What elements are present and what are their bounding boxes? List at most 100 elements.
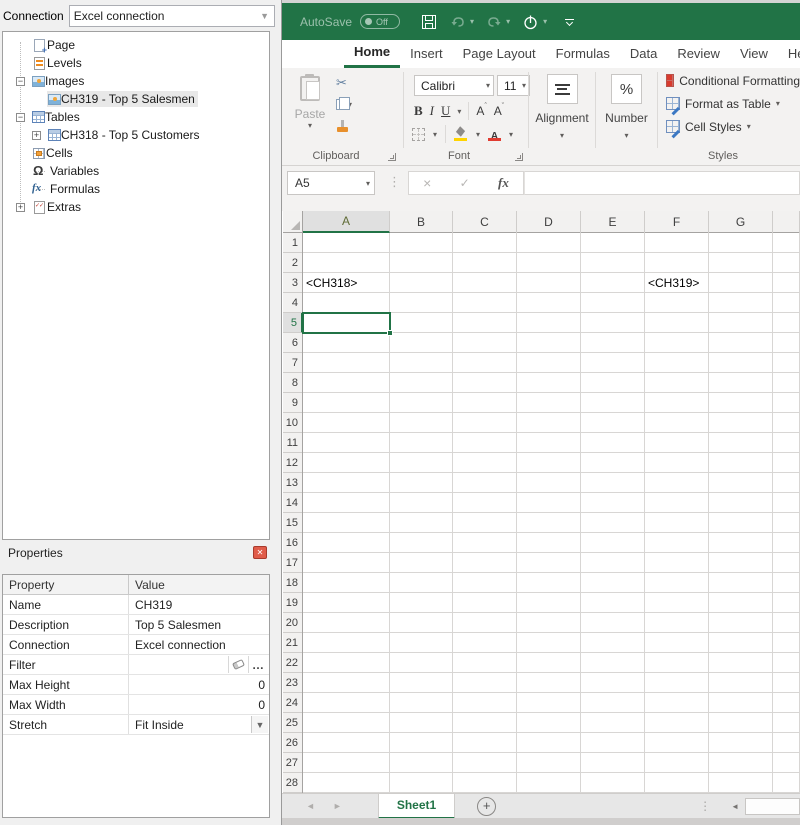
cell-B20[interactable] <box>390 613 453 633</box>
cell-B12[interactable] <box>390 453 453 473</box>
cell-E11[interactable] <box>581 433 645 453</box>
row-header-1[interactable]: 1 <box>283 233 302 253</box>
cell-D7[interactable] <box>517 353 581 373</box>
cell-H23[interactable] <box>773 673 800 693</box>
cell-G5[interactable] <box>709 313 773 333</box>
customize-quick-access-button[interactable] <box>565 19 574 25</box>
row-header-14[interactable]: 14 <box>283 493 302 513</box>
cell-C17[interactable] <box>453 553 517 573</box>
cell-G7[interactable] <box>709 353 773 373</box>
cell-C19[interactable] <box>453 593 517 613</box>
cell-F15[interactable] <box>645 513 709 533</box>
cell-F3[interactable]: <CH319> <box>645 273 709 293</box>
cell-G11[interactable] <box>709 433 773 453</box>
cell-F10[interactable] <box>645 413 709 433</box>
cell-H20[interactable] <box>773 613 800 633</box>
row-header-28[interactable]: 28 <box>283 773 302 793</box>
cell-H12[interactable] <box>773 453 800 473</box>
cell-B19[interactable] <box>390 593 453 613</box>
formula-input[interactable] <box>524 171 800 195</box>
cell-E17[interactable] <box>581 553 645 573</box>
cell-D25[interactable] <box>517 713 581 733</box>
cell-H2[interactable] <box>773 253 800 273</box>
cell-F25[interactable] <box>645 713 709 733</box>
row-header-3[interactable]: 3 <box>283 273 302 293</box>
cell-G18[interactable] <box>709 573 773 593</box>
cell-G20[interactable] <box>709 613 773 633</box>
cell-F22[interactable] <box>645 653 709 673</box>
cell-E15[interactable] <box>581 513 645 533</box>
cell-G21[interactable] <box>709 633 773 653</box>
cell-H17[interactable] <box>773 553 800 573</box>
stretch-dropdown-icon[interactable]: ▼ <box>251 716 268 733</box>
cell-F5[interactable] <box>645 313 709 333</box>
cell-D10[interactable] <box>517 413 581 433</box>
cell-B13[interactable] <box>390 473 453 493</box>
cell-H15[interactable] <box>773 513 800 533</box>
redo-button[interactable]: ▾ <box>486 15 510 28</box>
cell-E19[interactable] <box>581 593 645 613</box>
clipboard-dialog-launcher-icon[interactable] <box>388 153 396 161</box>
cell-D13[interactable] <box>517 473 581 493</box>
cell-B27[interactable] <box>390 753 453 773</box>
cell-F28[interactable] <box>645 773 709 793</box>
collapse-icon[interactable]: − <box>16 77 25 86</box>
cell-D15[interactable] <box>517 513 581 533</box>
tree-item-variables[interactable]: Variables <box>16 162 269 180</box>
cell-B8[interactable] <box>390 373 453 393</box>
cell-C3[interactable] <box>453 273 517 293</box>
cell-F23[interactable] <box>645 673 709 693</box>
cell-H19[interactable] <box>773 593 800 613</box>
tree-item-tables[interactable]: −Tables <box>16 108 269 126</box>
cell-F13[interactable] <box>645 473 709 493</box>
cell-A27[interactable] <box>303 753 390 773</box>
cell-H16[interactable] <box>773 533 800 553</box>
undo-button[interactable]: ▾ <box>450 15 474 28</box>
next-sheet-icon[interactable]: ► <box>333 801 342 811</box>
cell-H9[interactable] <box>773 393 800 413</box>
number-button[interactable]: % Number ▾ <box>596 74 657 140</box>
cell-A7[interactable] <box>303 353 390 373</box>
cell-A3[interactable]: <CH318> <box>303 273 390 293</box>
cell-F14[interactable] <box>645 493 709 513</box>
tree-item-extras[interactable]: +Extras <box>16 198 269 216</box>
cell-B26[interactable] <box>390 733 453 753</box>
cell-A23[interactable] <box>303 673 390 693</box>
cell-F18[interactable] <box>645 573 709 593</box>
row-header-21[interactable]: 21 <box>283 633 302 653</box>
cell-C7[interactable] <box>453 353 517 373</box>
prev-sheet-icon[interactable]: ◄ <box>306 801 315 811</box>
active-cell-selection[interactable] <box>302 312 391 334</box>
cell-H28[interactable] <box>773 773 800 793</box>
ribbon-tab-page-layout[interactable]: Page Layout <box>453 40 546 68</box>
expand-icon[interactable]: + <box>32 131 41 140</box>
cell-D4[interactable] <box>517 293 581 313</box>
ribbon-tab-home[interactable]: Home <box>344 40 400 68</box>
cell-C11[interactable] <box>453 433 517 453</box>
tab-bar-splitter-icon[interactable]: ⋮ <box>699 799 711 813</box>
cell-B17[interactable] <box>390 553 453 573</box>
cell-H8[interactable] <box>773 373 800 393</box>
cell-styles-button[interactable]: Cell Styles ▾ <box>666 116 800 137</box>
cell-E23[interactable] <box>581 673 645 693</box>
cell-A14[interactable] <box>303 493 390 513</box>
cell-D28[interactable] <box>517 773 581 793</box>
cell-B5[interactable] <box>390 313 453 333</box>
cell-F26[interactable] <box>645 733 709 753</box>
property-value[interactable]: Excel connection <box>129 635 269 654</box>
cell-F19[interactable] <box>645 593 709 613</box>
property-value[interactable]: 0 <box>129 695 269 714</box>
cell-A11[interactable] <box>303 433 390 453</box>
cell-F2[interactable] <box>645 253 709 273</box>
column-header-e[interactable]: E <box>581 211 645 233</box>
font-size-combo[interactable]: 11▾ <box>497 75 530 96</box>
cell-B18[interactable] <box>390 573 453 593</box>
cell-B7[interactable] <box>390 353 453 373</box>
new-sheet-icon[interactable]: + <box>477 797 496 816</box>
tree-item-formulas[interactable]: Formulas <box>16 180 269 198</box>
cell-H25[interactable] <box>773 713 800 733</box>
row-header-26[interactable]: 26 <box>283 733 302 753</box>
cell-F8[interactable] <box>645 373 709 393</box>
cell-B21[interactable] <box>390 633 453 653</box>
cell-A8[interactable] <box>303 373 390 393</box>
